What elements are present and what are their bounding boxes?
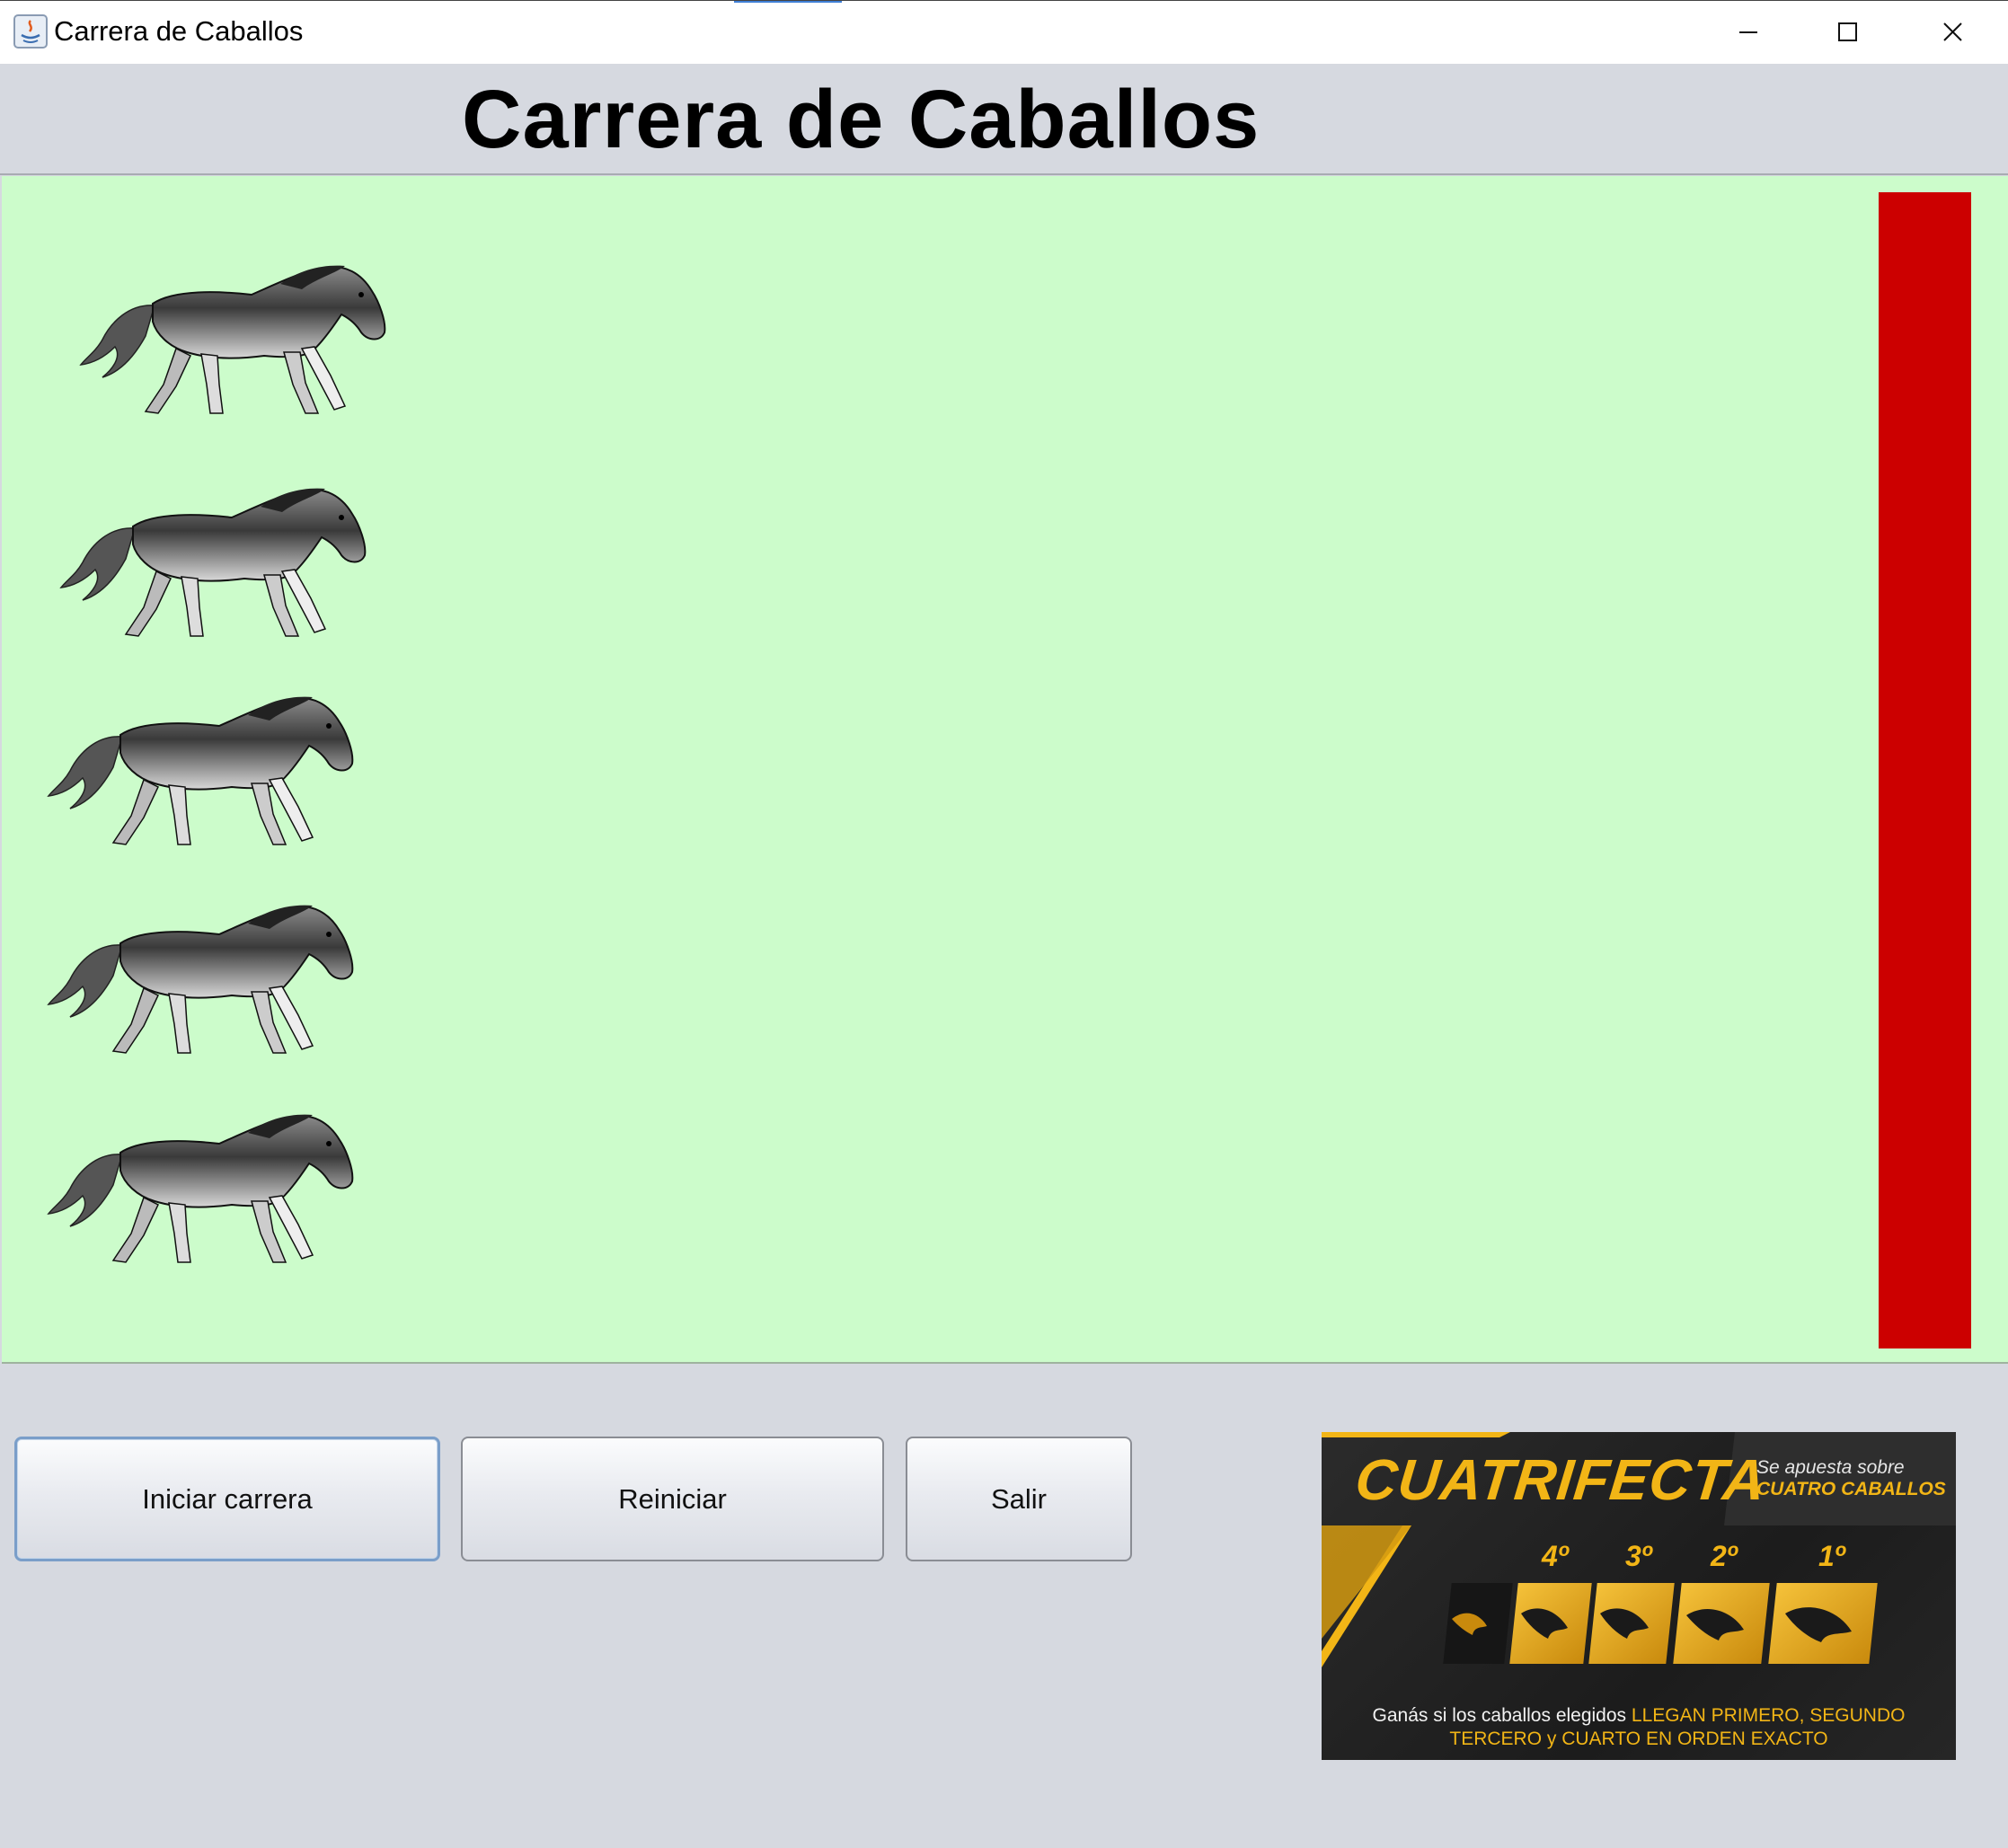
taskbar-focus-indicator [734,1,842,3]
cuatrifecta-banner: CUATRIFECTA Se apuesta sobre CUATRO CABA… [1322,1432,1956,1760]
minimize-icon [1739,31,1757,33]
banner-subtitle-1: Se apuesta sobre [1756,1457,1905,1478]
horse-icon [48,1113,354,1263]
maximize-icon [1838,22,1857,41]
banner-headline: CUATRIFECTA [1352,1447,1770,1512]
position-2-label: 2º [1711,1540,1738,1572]
horse-icon [48,904,354,1054]
horse-icon [60,487,367,637]
banner-footer-line-1: Ganás si los caballos elegidos LLEGAN PR… [1322,1705,1956,1727]
banner-footer-plain: Ganás si los caballos elegidos [1372,1705,1632,1726]
exit-button[interactable]: Salir [906,1437,1132,1561]
race-track [2,176,2008,1364]
header-panel: Carrera de Caballos [0,64,2008,175]
close-icon [1943,22,1962,41]
minimize-button[interactable] [1703,1,1801,65]
horse-icon [80,264,386,414]
position-4-label: 4º [1542,1540,1569,1572]
java-app-icon [13,14,48,49]
maximize-button[interactable] [1802,1,1901,65]
horse-icon [48,695,354,845]
banner-footer-line-2: TERCERO y CUARTO EN ORDEN EXACTO [1449,1729,1828,1749]
position-1-label: 1º [1818,1540,1845,1572]
close-button[interactable] [1907,1,2006,65]
position-3-label: 3º [1625,1540,1652,1572]
restart-button[interactable]: Reiniciar [461,1437,884,1561]
page-title: Carrera de Caballos [462,74,1261,165]
banner-subtitle-2: CUATRO CABALLOS [1756,1479,1946,1499]
horse-head-icons [1452,1607,1852,1642]
start-race-button[interactable]: Iniciar carrera [14,1437,440,1561]
window-title: Carrera de Caballos [54,15,304,47]
finish-line [1879,192,1971,1348]
window-titlebar: Carrera de Caballos [0,0,2008,64]
banner-footer-highlight: LLEGAN PRIMERO, SEGUNDO [1631,1705,1906,1726]
